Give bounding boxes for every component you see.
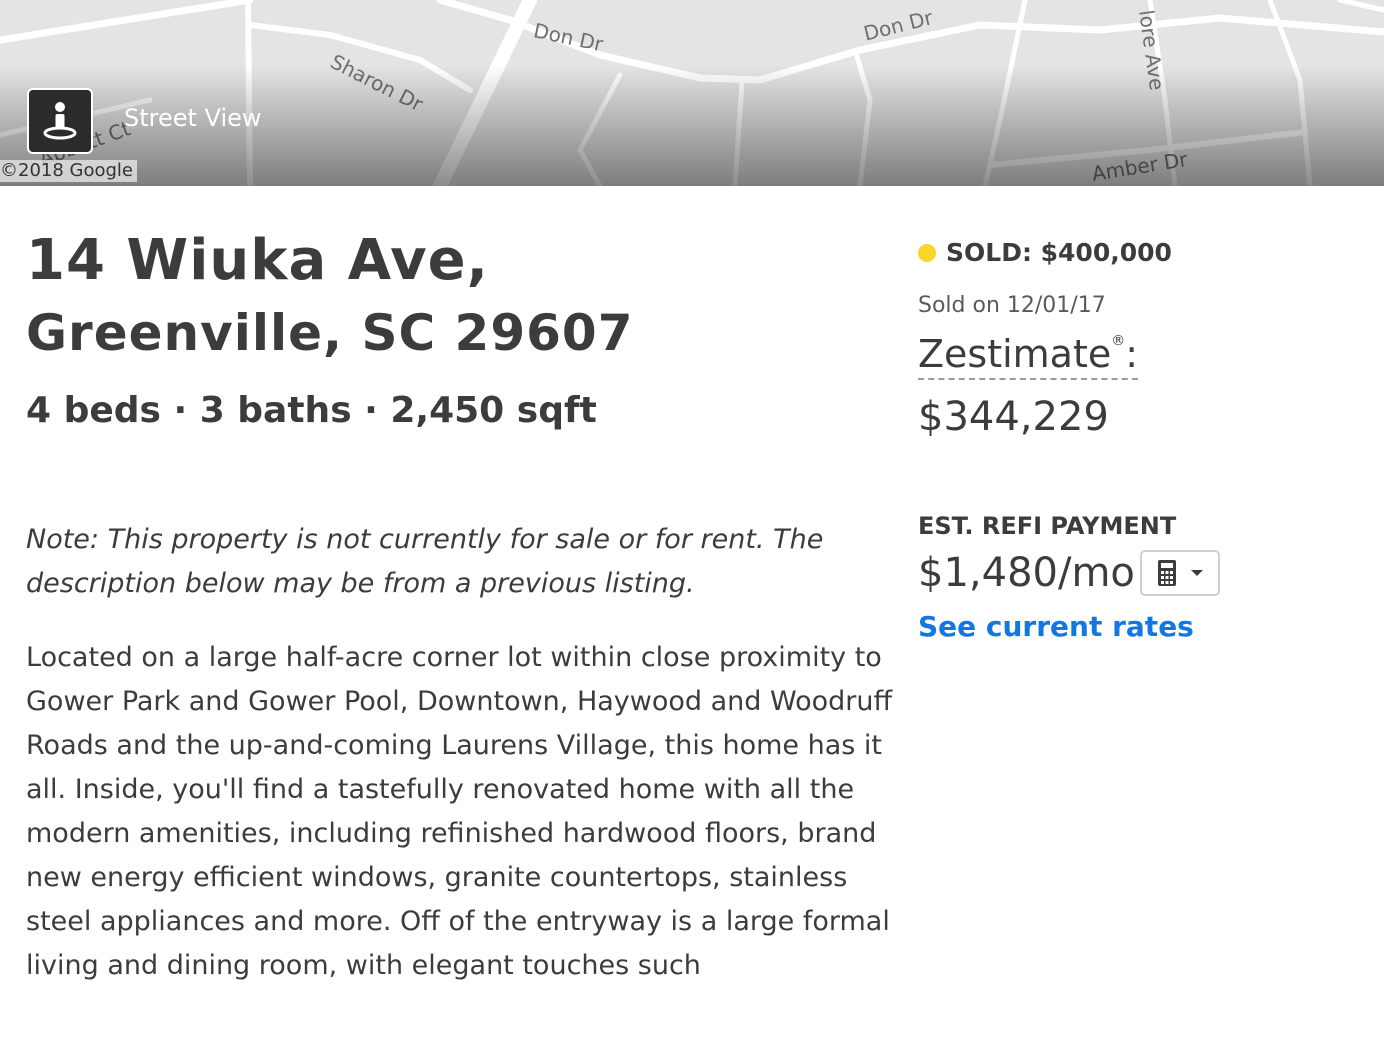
zestimate-label[interactable]: Zestimate®: xyxy=(918,332,1139,380)
refi-payment: $1,480/mo xyxy=(918,550,1135,596)
address-street: 14 Wiuka Ave, xyxy=(26,228,489,293)
registered-mark: ® xyxy=(1111,333,1126,349)
sale-status: SOLD: $400,000 xyxy=(918,238,1172,267)
map-copyright: ©2018 Google xyxy=(0,160,138,182)
street-view-button[interactable] xyxy=(27,88,93,154)
listing-note: Note: This property is not currently for… xyxy=(26,524,824,599)
listing-description: Located on a large half-acre corner lot … xyxy=(26,642,893,981)
address-city: Greenville, SC 29607 xyxy=(26,304,634,362)
pegman-icon xyxy=(43,102,77,140)
zestimate-value: $344,229 xyxy=(918,394,1109,440)
map-preview[interactable]: Don Dr Don Dr Sharon Dr Abbott Ct Amber … xyxy=(0,0,1384,186)
sold-date: Sold on 12/01/17 xyxy=(918,293,1106,318)
refi-heading: EST. REFI PAYMENT xyxy=(918,512,1177,540)
chevron-down-icon xyxy=(1191,570,1203,576)
street-view-label[interactable]: Street View xyxy=(124,104,262,132)
calculator-dropdown-button[interactable] xyxy=(1140,550,1220,596)
calculator-icon xyxy=(1158,560,1176,586)
zestimate-colon: : xyxy=(1125,332,1139,376)
status-dot-icon xyxy=(918,243,936,262)
see-current-rates-link[interactable]: See current rates xyxy=(918,610,1194,643)
sold-price: SOLD: $400,000 xyxy=(946,238,1172,267)
zestimate-label-text: Zestimate xyxy=(918,332,1112,376)
property-facts: 4 beds · 3 baths · 2,450 sqft xyxy=(26,390,597,431)
